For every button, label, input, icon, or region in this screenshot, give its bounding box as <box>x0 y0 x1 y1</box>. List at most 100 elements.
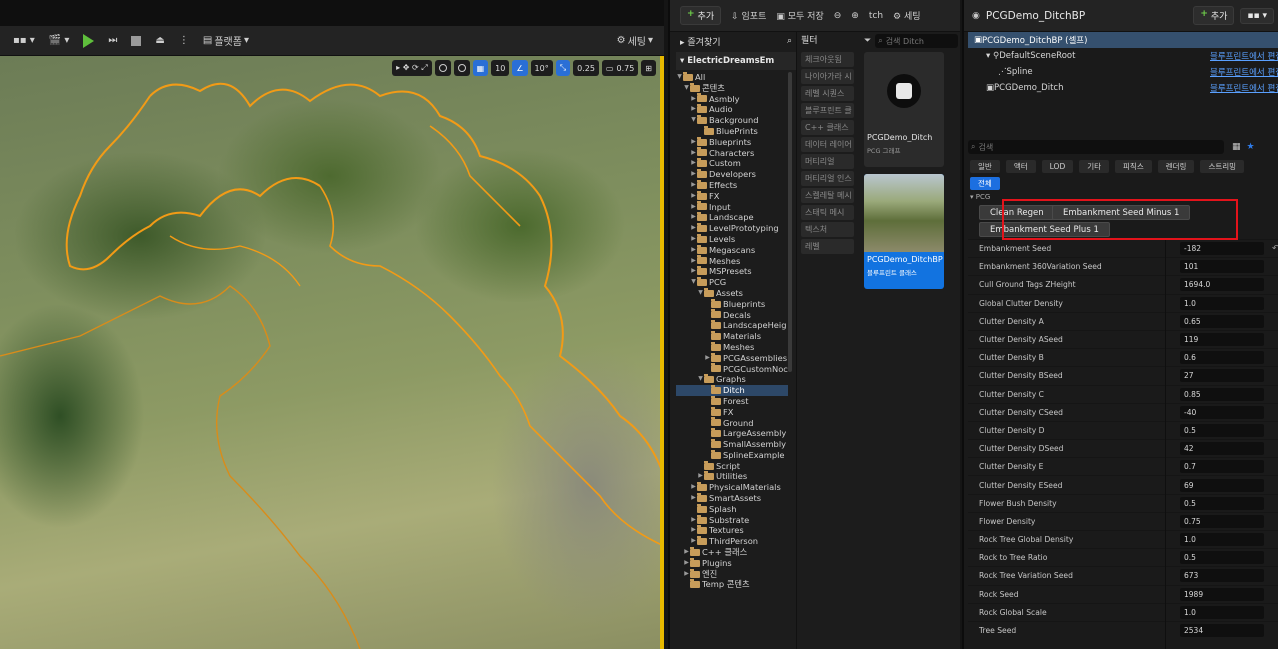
chevron-down-icon[interactable]: ▼ <box>690 115 697 126</box>
details-search-input[interactable]: ⌕ 검색 <box>968 140 1224 154</box>
folder-tree-item[interactable]: ▼ PCG <box>676 277 788 288</box>
chevron-right-icon[interactable]: ▶ <box>690 245 697 256</box>
property-value-input[interactable]: 0.85 <box>1180 387 1264 401</box>
chevron-right-icon[interactable]: ▶ <box>690 180 697 191</box>
chevron-right-icon[interactable]: ▶ <box>704 353 711 364</box>
filter-item[interactable]: 체크아웃됨 <box>801 52 854 67</box>
folder-tree-item[interactable]: Splash <box>676 503 788 515</box>
folder-tree-item[interactable]: Blueprints <box>676 298 788 310</box>
property-value-input[interactable]: 0.5 <box>1180 423 1264 437</box>
grid-snap-toggle[interactable]: ▦ <box>472 60 489 76</box>
folder-tree-item[interactable]: PCGCustomNoc <box>676 363 788 375</box>
chevron-right-icon[interactable]: ▶ <box>690 493 697 504</box>
chevron-right-icon[interactable]: ▶ <box>690 191 697 202</box>
favorites-header[interactable]: ▸ 즐겨찾기 ⌕ <box>676 32 796 50</box>
property-value-input[interactable]: 0.6 <box>1180 351 1264 365</box>
folder-tree-item[interactable]: ▼ Assets <box>676 287 788 299</box>
folder-tree-item[interactable]: Temp 콘텐츠 <box>676 579 788 590</box>
component-row[interactable]: ▾ ⚲ DefaultSceneRoot 블루프린트에서 편집 <box>968 48 1278 64</box>
viewport-settings-button[interactable]: ⚙ 세팅 ▾ <box>614 31 656 51</box>
chevron-right-icon[interactable]: ▶ <box>690 94 697 105</box>
filter-item[interactable]: 레벨 시퀀스 <box>801 86 854 101</box>
skip-button[interactable]: ⏭ <box>105 31 120 51</box>
chevron-right-icon[interactable]: ▶ <box>690 202 697 213</box>
folder-tree-item[interactable]: ▶ Developers <box>676 169 788 180</box>
platforms-dropdown[interactable]: ▤ 플랫폼 ▾ <box>200 31 252 51</box>
folder-tree-scrollbar[interactable] <box>788 72 792 372</box>
chevron-down-icon[interactable]: ▼ <box>676 72 683 83</box>
grid-snap-value[interactable]: 10 <box>491 60 510 76</box>
folder-tree-item[interactable]: ▼ Background <box>676 115 788 126</box>
chevron-right-icon[interactable]: ▶ <box>690 137 697 148</box>
property-value-input[interactable]: 0.5 <box>1180 551 1264 565</box>
folder-tree-item[interactable]: ▼ Graphs <box>676 374 788 385</box>
folder-tree-item[interactable]: Materials <box>676 331 788 342</box>
property-value-input[interactable]: -40 <box>1180 405 1264 419</box>
chevron-right-icon[interactable]: ▶ <box>690 104 697 115</box>
edit-in-blueprint-link[interactable]: 블루프린트에서 편집 <box>1210 66 1278 78</box>
chevron-down-icon[interactable]: ▼ <box>683 83 690 94</box>
category-tab[interactable]: 렌더링 <box>1157 160 1195 173</box>
chevron-right-icon[interactable]: ▶ <box>690 148 697 159</box>
property-value-input[interactable]: 1.0 <box>1180 533 1264 547</box>
edit-in-blueprint-link[interactable]: 블루프린트에서 편집 <box>1210 82 1278 94</box>
filter-dropdown-icon[interactable]: ⏷ <box>864 36 871 46</box>
folder-tree-item[interactable]: ▶ Effects <box>676 179 788 191</box>
folder-tree-item[interactable]: ▶ Audio <box>676 104 788 115</box>
modes-dropdown[interactable]: ▪▪ ▾ <box>10 31 38 51</box>
viewport-layout-button[interactable]: ⊞ <box>641 60 656 76</box>
folder-tree-item[interactable]: ▶ 엔진 <box>676 568 788 580</box>
folder-tree-item[interactable]: ▶ Substrate <box>676 514 788 526</box>
category-tab[interactable]: LOD <box>1041 160 1074 173</box>
property-value-input[interactable]: 1694.0 <box>1180 278 1264 292</box>
search-icon[interactable]: ⌕ <box>787 36 792 46</box>
filter-item[interactable]: 데이터 레이어 <box>801 137 854 152</box>
view-options-button[interactable]: ▪▪ ▾ <box>1240 7 1274 24</box>
folder-tree-item[interactable]: LandscapeHeig <box>676 320 788 331</box>
filter-item[interactable]: 머티리얼 <box>801 154 854 169</box>
grid-view-icon[interactable]: ▦ <box>1232 142 1241 152</box>
folder-tree-item[interactable]: ▶ MSPresets <box>676 266 788 277</box>
property-value-input[interactable]: 0.7 <box>1180 460 1264 474</box>
chevron-right-icon[interactable]: ▶ <box>690 169 697 180</box>
more-options-button[interactable]: ⋮ <box>176 31 192 51</box>
folder-tree-item[interactable]: ▶ Asmbly <box>676 93 788 105</box>
chevron-down-icon[interactable]: ▼ <box>697 374 704 385</box>
property-value-input[interactable]: 2534 <box>1180 624 1264 638</box>
chevron-right-icon[interactable]: ▶ <box>690 256 697 267</box>
folder-tree-item[interactable]: ▼ All <box>676 72 788 83</box>
category-tab[interactable]: 액터 <box>1005 160 1036 173</box>
chevron-right-icon[interactable]: ▶ <box>690 525 697 536</box>
folder-tree-item[interactable]: ▶ PCGAssemblies <box>676 352 788 364</box>
surface-snap-toggle[interactable] <box>453 60 470 76</box>
folder-tree-item[interactable]: Meshes <box>676 341 788 353</box>
folder-tree-item[interactable]: ▶ Custom <box>676 158 788 169</box>
property-value-input[interactable]: 69 <box>1180 478 1264 492</box>
viewport-scene[interactable]: ▸ ✥ ⟳ ⤢ ▦ 10 ∠ 10° ⤡ 0.25 ▭ 0.75 ⊞ <box>0 56 664 649</box>
category-tab[interactable]: 일반 <box>970 160 1000 173</box>
chevron-right-icon[interactable]: ▶ <box>690 266 697 277</box>
folder-tree-item[interactable]: ▶ SmartAssets <box>676 492 788 504</box>
chevron-right-icon[interactable]: ▶ <box>690 536 697 547</box>
camera-speed-button[interactable]: ▭ 0.75 <box>601 60 639 76</box>
category-tab[interactable]: 기타 <box>1079 160 1110 173</box>
component-row[interactable]: ⋰ Spline 블루프린트에서 편집 <box>968 64 1278 80</box>
eject-button[interactable]: ⏏ <box>152 31 167 51</box>
filter-item[interactable]: 스태틱 메시 <box>801 205 854 220</box>
folder-tree-item[interactable]: BluePrints <box>676 125 788 137</box>
property-value-input[interactable]: -182 <box>1180 242 1264 256</box>
folder-tree-item[interactable]: Decals <box>676 309 788 321</box>
folder-tree-item[interactable]: ▶ Megascans <box>676 244 788 256</box>
reset-to-default-icon[interactable]: ↶ <box>1272 244 1278 254</box>
property-value-input[interactable]: 0.65 <box>1180 314 1264 328</box>
chevron-right-icon[interactable]: ▶ <box>690 234 697 245</box>
property-value-input[interactable]: 1.0 <box>1180 605 1264 619</box>
cb-settings-button[interactable]: ⚙ 세팅 <box>893 9 921 22</box>
folder-tree-item[interactable]: ▶ Meshes <box>676 255 788 267</box>
folder-tree-item[interactable]: SplineExample <box>676 449 788 461</box>
folder-tree-item[interactable]: ▶ Plugins <box>676 557 788 569</box>
property-value-input[interactable]: 673 <box>1180 569 1264 583</box>
folder-tree-item[interactable]: Script <box>676 460 788 472</box>
property-value-input[interactable]: 101 <box>1180 260 1264 274</box>
favorite-star-icon[interactable]: ★ <box>1247 142 1255 152</box>
